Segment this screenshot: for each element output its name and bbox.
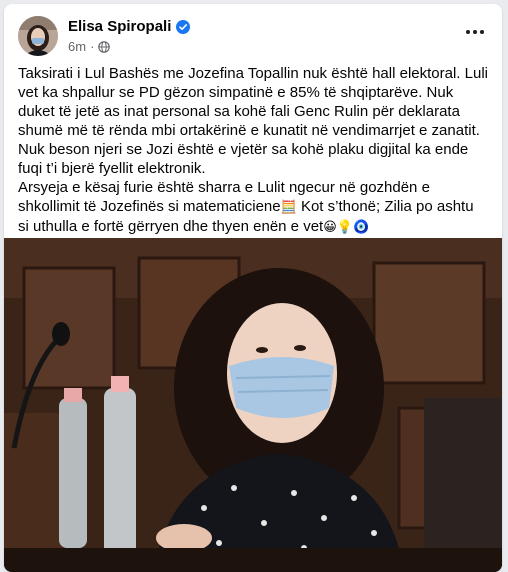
meta-separator: · xyxy=(90,39,95,54)
more-dot xyxy=(480,30,484,34)
post-card: Elisa Spiropali 6m · Taksirati i Lul Bas… xyxy=(4,4,502,572)
post-paragraph-1: Taksirati i Lul Bashës me Jozefina Topal… xyxy=(18,65,488,139)
post-paragraph-2: Nuk beson njeri se Jozi është e vjetër s… xyxy=(18,141,469,177)
avatar[interactable] xyxy=(18,16,58,56)
author-name[interactable]: Elisa Spiropali xyxy=(68,18,171,35)
post-photo[interactable] xyxy=(4,238,502,572)
globe-icon xyxy=(98,40,111,53)
post-paragraph-3: Arsyeja e kësaj furie është sharra e Lul… xyxy=(18,178,488,237)
post-meta: 6m · xyxy=(68,39,111,54)
trailing-emojis: 😀💡🧿 xyxy=(323,220,370,235)
more-options-icon[interactable] xyxy=(460,22,490,42)
more-dot xyxy=(466,30,470,34)
abacus-emoji-icon: 🧮 xyxy=(280,200,297,215)
post-text: Taksirati i Lul Bashës me Jozefina Topal… xyxy=(18,64,488,237)
post-timestamp[interactable]: 6m xyxy=(68,39,86,54)
verified-badge-icon xyxy=(176,19,191,34)
more-dot xyxy=(473,30,477,34)
post-header: Elisa Spiropali 6m · xyxy=(18,16,490,58)
